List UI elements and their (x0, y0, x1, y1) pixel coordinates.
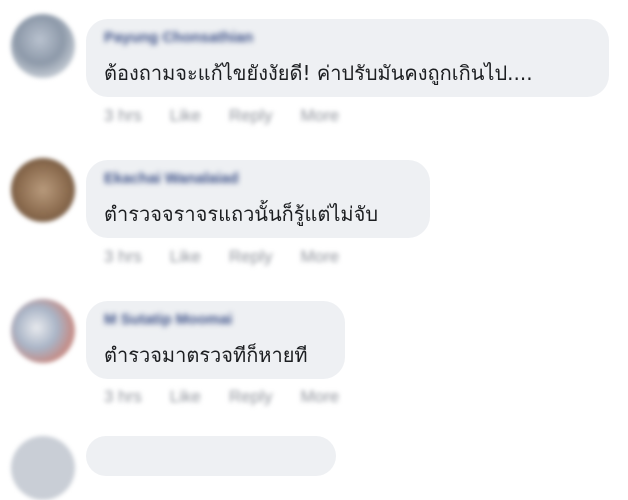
avatar[interactable] (11, 436, 75, 500)
comment-bubble: M Sutatip Moomai ตำรวจมาตรวจทีก็หายที (86, 301, 345, 379)
like-button[interactable]: Like (170, 387, 201, 407)
reply-button[interactable]: Reply (229, 387, 272, 407)
comment-timestamp[interactable]: 3 hrs (104, 247, 142, 267)
more-button[interactable]: More (300, 106, 339, 126)
comment-item: Payung Chonsathian ต้องถามจะแก้ไขยังงัยด… (0, 0, 628, 140)
comment-author[interactable]: M Sutatip Moomai (104, 311, 232, 328)
comment-bubble: Payung Chonsathian ต้องถามจะแก้ไขยังงัยด… (86, 19, 609, 97)
avatar[interactable] (11, 14, 75, 78)
comment-actions: 3 hrs Like Reply More (104, 387, 367, 407)
avatar[interactable] (11, 158, 75, 222)
like-button[interactable]: Like (170, 106, 201, 126)
comment-bubble: Ekachai Wanalaiad ตำรวจจราจรแถวนั้นก็รู้… (86, 160, 430, 238)
comment-timestamp[interactable]: 3 hrs (104, 106, 142, 126)
comment-timestamp[interactable]: 3 hrs (104, 387, 142, 407)
comment-bubble (86, 436, 336, 476)
like-button[interactable]: Like (170, 247, 201, 267)
comment-text: ตำรวจจราจรแถวนั้นก็รู้แต่ไม่จับ (104, 202, 379, 226)
comment-actions: 3 hrs Like Reply More (104, 106, 367, 126)
reply-button[interactable]: Reply (229, 247, 272, 267)
comment-item: M Sutatip Moomai ตำรวจมาตรวจทีก็หายที 3 … (0, 280, 628, 430)
comment-author[interactable]: Ekachai Wanalaiad (104, 170, 239, 187)
comment-text: ตำรวจมาตรวจทีก็หายที (104, 343, 308, 367)
comment-author[interactable]: Payung Chonsathian (104, 29, 253, 46)
comment-actions: 3 hrs Like Reply More (104, 247, 367, 267)
more-button[interactable]: More (300, 247, 339, 267)
reply-button[interactable]: Reply (229, 106, 272, 126)
more-button[interactable]: More (300, 387, 339, 407)
comment-item: Ekachai Wanalaiad ตำรวจจราจรแถวนั้นก็รู้… (0, 140, 628, 280)
avatar[interactable] (11, 299, 75, 363)
comment-text: ต้องถามจะแก้ไขยังงัยดี! ค่าปรับมันคงถูกเ… (104, 61, 533, 85)
